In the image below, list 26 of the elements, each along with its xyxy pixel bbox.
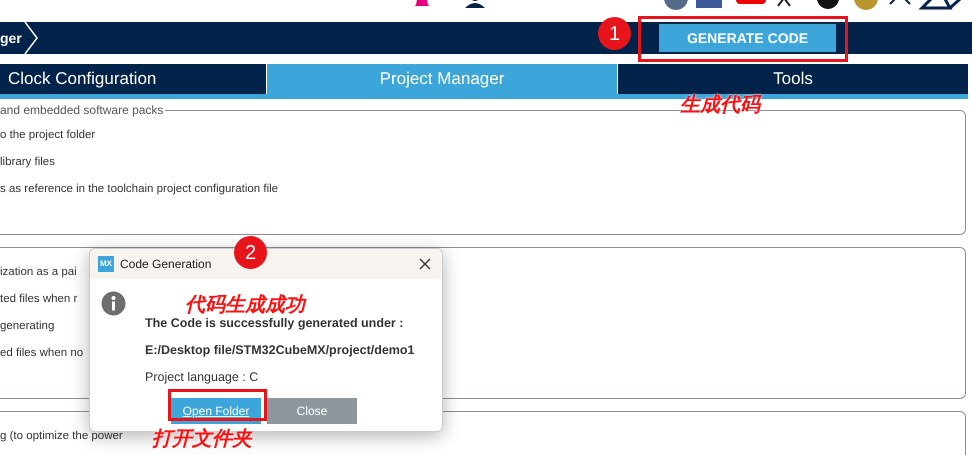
dialog-title: Code Generation xyxy=(120,256,212,273)
option-label: ization as a pai xyxy=(0,265,77,280)
message-heading: The Code is successfully generated under : xyxy=(145,315,404,332)
option-label: library files xyxy=(0,155,55,170)
annotation-caption: 打开文件夹 xyxy=(152,425,252,452)
option-label: ted files when r xyxy=(0,292,78,307)
app-logo: MX xyxy=(98,256,114,272)
option-label: ed files when no xyxy=(0,346,84,361)
close-icon[interactable] xyxy=(419,258,431,270)
info-icon xyxy=(101,291,126,316)
option-label: generating xyxy=(0,319,54,334)
tab[interactable]: Project Manager xyxy=(267,64,617,94)
option-label: s as reference in the toolchain project configuration file xyxy=(0,182,278,197)
step-number: 2 xyxy=(234,236,267,269)
annotation-caption: 代码生成成功 xyxy=(185,291,305,318)
project-language: Project language : C xyxy=(145,368,260,386)
generate-code-button[interactable]: GENERATE CODE xyxy=(659,24,836,52)
close-button[interactable]: Close xyxy=(267,398,357,424)
option-label: o the project folder xyxy=(0,128,96,143)
output-path: E:/Desktop file/STM32CubeMX/project/demo1 xyxy=(145,342,414,359)
annotation-caption: 生成代码 xyxy=(680,91,760,118)
group-box-legend: and embedded software packs xyxy=(0,103,166,117)
tab[interactable]: Tools xyxy=(618,64,968,94)
option-label: g (to optimize the power xyxy=(0,429,123,444)
tab[interactable]: Clock Configuration xyxy=(0,64,266,94)
breadcrumb-label[interactable]: ger xyxy=(0,28,22,48)
